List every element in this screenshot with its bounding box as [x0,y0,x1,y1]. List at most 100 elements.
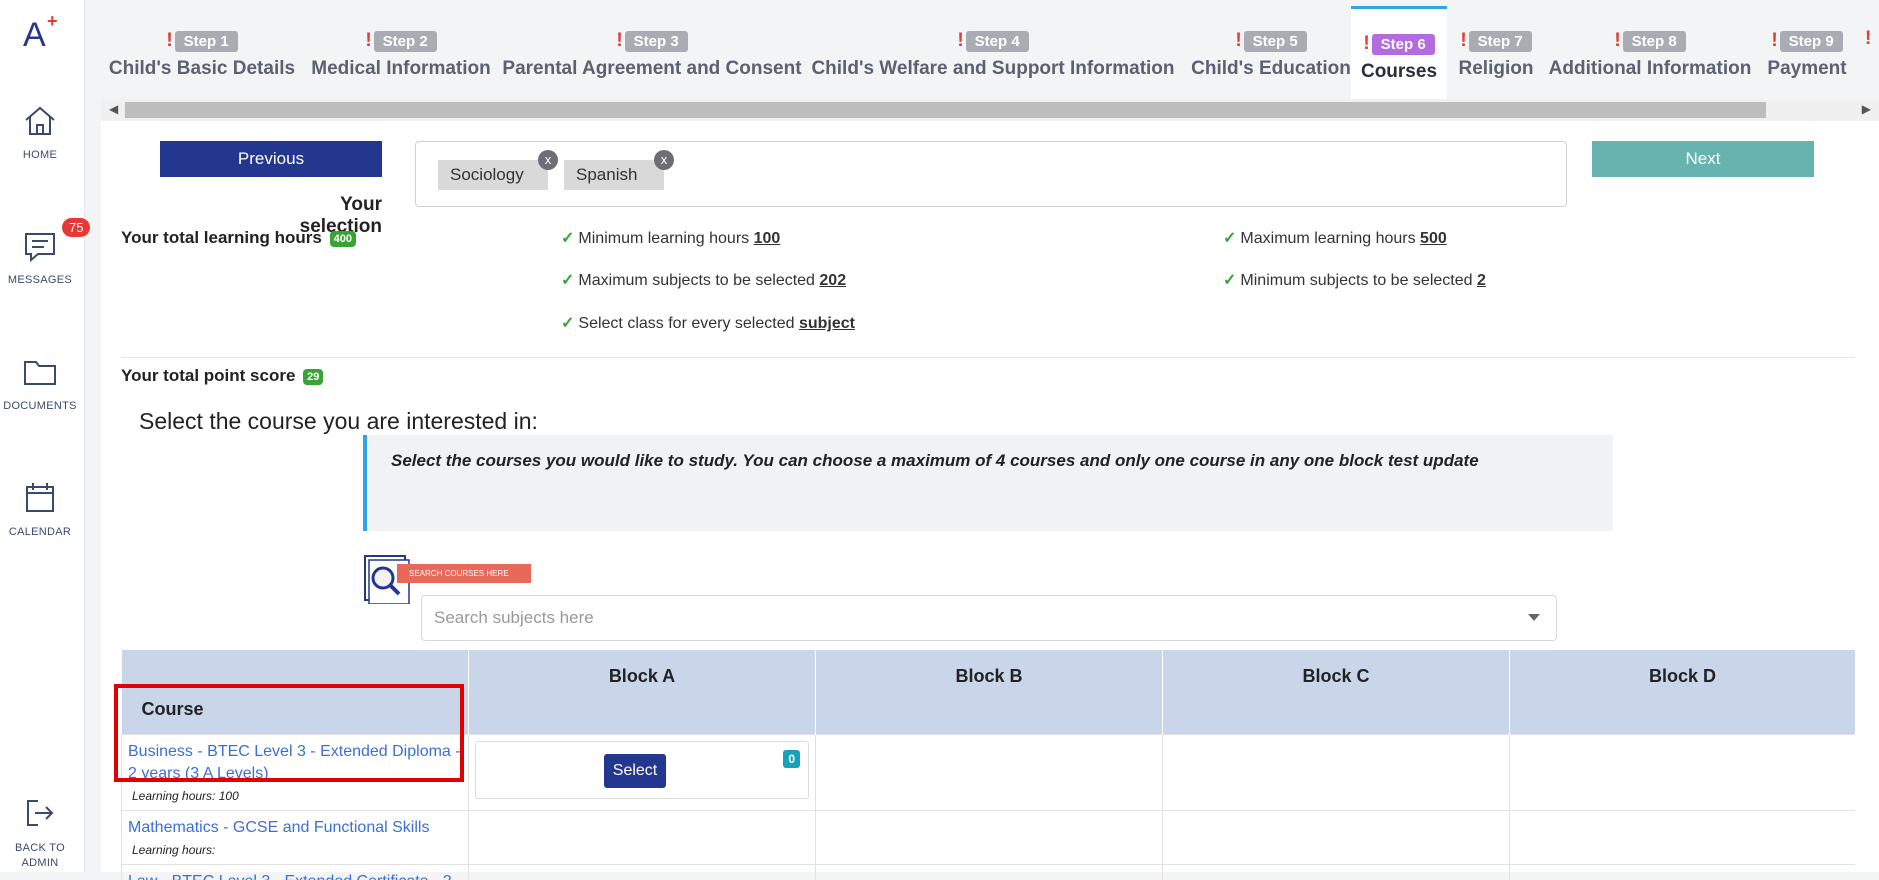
course-heading: Select the course you are interested in: [139,408,538,435]
rule-text: Maximum learning hours [1240,230,1415,247]
warning-icon: ! [1614,30,1620,51]
check-icon: ✓ [561,315,574,332]
remove-chip-icon[interactable]: x [538,150,558,170]
check-icon: ✓ [561,230,574,247]
message-icon [20,226,60,266]
course-link[interactable]: Mathematics - GCSE and Functional Skills [122,811,468,839]
scroll-left-icon[interactable]: ◀ [109,102,118,116]
svg-text:+: + [47,11,58,31]
rule-value: 202 [819,272,846,289]
search-input[interactable] [432,596,1516,640]
chevron-down-icon[interactable] [1528,614,1540,621]
block-b-cell [816,865,1163,880]
messages-badge: 75 [62,218,90,237]
step-badge: Step 1 [175,31,238,52]
count-badge: 0 [783,750,800,768]
search-subjects-dropdown[interactable] [421,595,1557,641]
nav-documents-label: DOCUMENTS [0,400,80,412]
svg-text:A: A [23,16,46,52]
tab-step-5[interactable]: !Step 5 Child's Education [1181,6,1361,99]
tab-step-4[interactable]: !Step 4 Child's Welfare and Support Info… [805,6,1181,99]
block-c-cell [1163,865,1510,880]
instruction-text: Select the courses you would like to stu… [391,451,1479,471]
next-button[interactable]: Next [1592,141,1814,177]
warning-icon: ! [957,30,963,51]
tab-title: Religion [1447,58,1545,80]
header-block-b: Block B [816,650,1163,735]
tab-step-9[interactable]: !Step 9 Payment [1755,6,1859,99]
divider [121,357,1855,358]
home-icon [20,101,60,141]
nav-messages-label: MESSAGES [0,274,80,286]
tab-title: Parental Agreement and Consent [499,58,805,80]
app-logo[interactable]: A + [22,10,64,52]
course-cell: Mathematics - GCSE and Functional Skills… [122,811,469,865]
tab-title: Medical Information [303,58,499,80]
selection-box: Sociology x Spanish x [415,141,1567,207]
block-a-cell: Select 0 [469,735,816,811]
tab-step-8[interactable]: !Step 8 Additional Information [1545,6,1755,99]
class-slot: Select 0 [475,741,809,799]
tab-step-6[interactable]: !Step 6 Courses [1351,6,1447,100]
point-score-label: Your total point score [121,366,295,385]
block-c-cell [1163,735,1510,811]
chip-label: Spanish [576,165,637,184]
table-row: Mathematics - GCSE and Functional Skills… [122,811,1856,865]
nav-home[interactable]: HOME [0,101,80,161]
warning-icon: ! [1235,30,1241,51]
rule-text: Select class for every selected [578,315,794,332]
check-icon: ✓ [1223,230,1236,247]
warning-icon: ! [1771,30,1777,51]
remove-chip-icon[interactable]: x [654,150,674,170]
tab-title: Child's Education [1181,58,1361,80]
warning-icon: ! [1363,33,1369,54]
scroll-right-icon[interactable]: ▶ [1862,102,1871,116]
rule-value: subject [799,315,855,332]
step-badge: Step 6 [1372,34,1435,55]
rule-value: 2 [1477,272,1486,289]
logout-icon [20,793,60,833]
rule-value: 100 [754,230,781,247]
tab-step-2[interactable]: !Step 2 Medical Information [303,6,499,99]
rule-value: 500 [1420,230,1447,247]
calendar-icon [20,478,60,518]
header-block-c: Block C [1163,650,1510,735]
scrollbar-thumb[interactable] [125,102,1766,118]
nav-messages[interactable]: 75 MESSAGES [0,226,80,286]
step-badge: Step 8 [1623,31,1686,52]
warning-icon: ! [166,30,172,51]
step-badge: Step 7 [1469,31,1532,52]
step-badge: Step 2 [374,31,437,52]
course-link[interactable]: Law - BTEC Level 3 - Extended Certificat… [122,865,468,880]
rule-max-subjects: ✓Maximum subjects to be selected 202 [561,270,846,290]
select-button[interactable]: Select [604,754,666,788]
block-a-cell [469,865,816,880]
learning-hours-label: Your total learning hours [121,228,322,247]
course-cell: Law - BTEC Level 3 - Extended Certificat… [122,865,469,880]
learning-hours-badge: 400 [330,231,356,247]
nav-documents[interactable]: DOCUMENTS [0,352,80,412]
rule-text: Maximum subjects to be selected [578,272,815,289]
warning-icon: ! [1460,30,1466,51]
previous-button[interactable]: Previous [160,141,382,177]
rule-min-hours: ✓Minimum learning hours 100 [561,228,780,248]
nav-back-to-admin[interactable]: BACK TO ADMIN [0,793,80,871]
block-d-cell [1510,865,1856,880]
nav-calendar[interactable]: CALENDAR [0,478,80,538]
table-row: Law - BTEC Level 3 - Extended Certificat… [122,865,1856,880]
chip-label: Sociology [450,165,524,184]
folder-icon [20,352,60,392]
block-d-cell [1510,735,1856,811]
header-block-a: Block A [469,650,816,735]
tab-step-1[interactable]: !Step 1 Child's Basic Details [101,6,303,99]
header-block-d: Block D [1510,650,1856,735]
rule-min-subjects: ✓Minimum subjects to be selected 2 [1223,270,1486,290]
tabs-scrollbar[interactable]: ◀ ▶ [101,99,1879,121]
learning-hours-text: Learning hours: [122,839,468,863]
tab-step-3[interactable]: !Step 3 Parental Agreement and Consent [499,6,805,99]
tab-title: Courses [1351,61,1447,83]
step-badge: Step 5 [1244,31,1307,52]
tab-step-7[interactable]: !Step 7 Religion [1447,6,1545,99]
nav-home-label: HOME [0,149,80,161]
block-b-cell [816,811,1163,865]
